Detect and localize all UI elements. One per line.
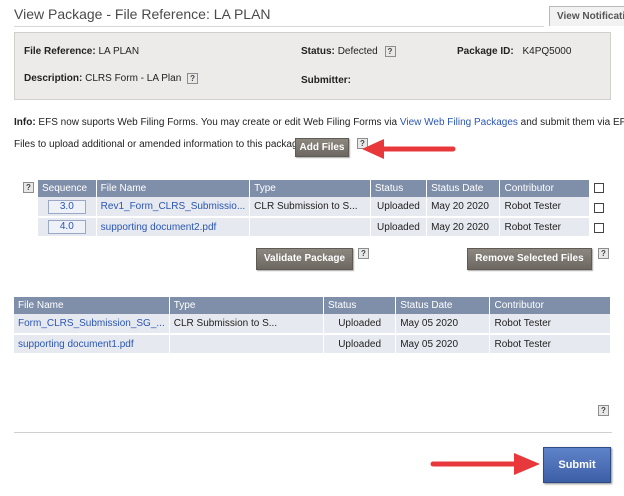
status-help-icon[interactable]: ?	[385, 46, 396, 57]
row-select-checkbox[interactable]	[594, 223, 604, 233]
description-label: Description:	[24, 73, 82, 84]
package-id-label: Package ID:	[457, 46, 514, 57]
files-help-icon[interactable]: ?	[23, 182, 34, 193]
table-row: supporting document1.pdf Uploaded May 05…	[14, 334, 611, 354]
column-header[interactable]: Status Date	[396, 297, 490, 314]
validate-help-icon[interactable]: ?	[358, 248, 369, 259]
description-value: CLRS Form - LA Plan	[85, 73, 181, 84]
status-date-cell: May 05 2020	[396, 314, 490, 334]
contributor-cell: Robot Tester	[490, 314, 611, 334]
page-title: View Package - File Reference: LA PLAN	[14, 6, 271, 22]
status-value: Defected	[338, 46, 378, 57]
package-id-value: K4PQ5000	[522, 46, 571, 57]
status-cell: Uploaded	[324, 334, 396, 354]
existing-files-table: File Name Type Status Status Date Contri…	[14, 297, 611, 355]
view-web-filing-packages-link[interactable]: View Web Filing Packages	[400, 117, 518, 128]
arrow-to-submit-icon	[430, 452, 542, 476]
remove-selected-files-button[interactable]: Remove Selected Files	[467, 248, 592, 270]
sequence-cell: 4.0	[38, 217, 96, 237]
description-field: Description: CLRS Form - LA Plan ?	[24, 73, 198, 84]
row-select-checkbox[interactable]	[594, 203, 604, 213]
file-name-link[interactable]: supporting document2.pdf	[101, 222, 217, 233]
bottom-divider	[14, 432, 612, 433]
package-id-field: Package ID: K4PQ5000	[457, 46, 571, 57]
file-name-cell: supporting document1.pdf	[14, 334, 169, 354]
status-date-cell: May 20 2020	[427, 197, 500, 217]
file-reference-field: File Reference: LA PLAN	[24, 46, 139, 57]
package-info-panel: File Reference: LA PLAN Status: Defected…	[14, 32, 611, 100]
status-field: Status: Defected ?	[301, 46, 396, 57]
arrow-to-add-files-icon	[362, 138, 456, 160]
submitter-field: Submitter:	[301, 75, 351, 86]
new-files-table: Sequence File Name Type Status Status Da…	[38, 180, 590, 238]
type-cell: CLR Submission to S...	[250, 197, 371, 217]
file-name-cell: Form_CLRS_Submission_SG_...	[14, 314, 169, 334]
submit-help-icon[interactable]: ?	[598, 405, 609, 416]
column-header[interactable]: File Name	[14, 297, 169, 314]
status-label: Status:	[301, 46, 335, 57]
file-reference-value: LA PLAN	[98, 46, 139, 57]
table-header-row: Sequence File Name Type Status Status Da…	[38, 180, 590, 197]
column-header[interactable]: Status	[370, 180, 426, 197]
column-header[interactable]: Type	[169, 297, 323, 314]
file-name-link[interactable]: Rev1_Form_CLRS_Submissio...	[101, 201, 246, 212]
type-cell: CLR Submission to S...	[169, 314, 323, 334]
sequence-input[interactable]: 4.0	[48, 220, 86, 234]
contributor-cell: Robot Tester	[500, 217, 590, 237]
file-name-cell: Rev1_Form_CLRS_Submissio...	[96, 197, 250, 217]
type-cell	[169, 334, 323, 354]
column-header[interactable]: Status	[324, 297, 396, 314]
submit-button[interactable]: Submit	[543, 447, 611, 483]
info-label: Info:	[14, 117, 36, 128]
file-name-link[interactable]: supporting document1.pdf	[18, 339, 134, 350]
contributor-cell: Robot Tester	[490, 334, 611, 354]
contributor-cell: Robot Tester	[500, 197, 590, 217]
title-divider	[14, 26, 544, 27]
upload-instructions: Files to upload additional or amended in…	[14, 139, 306, 150]
select-all-checkbox[interactable]	[594, 183, 604, 193]
status-cell: Uploaded	[324, 314, 396, 334]
status-cell: Uploaded	[370, 197, 426, 217]
info-line: Info: EFS now suports Web Filing Forms. …	[14, 117, 624, 128]
column-header[interactable]: Contributor	[500, 180, 590, 197]
status-date-cell: May 20 2020	[427, 217, 500, 237]
remove-help-icon[interactable]: ?	[598, 248, 609, 259]
info-text-end: and submit them via EFS.	[518, 117, 624, 128]
description-help-icon[interactable]: ?	[187, 73, 198, 84]
validate-package-button[interactable]: Validate Package	[256, 248, 353, 270]
file-name-link[interactable]: Form_CLRS_Submission_SG_...	[18, 318, 165, 329]
sequence-cell: 3.0	[38, 197, 96, 217]
file-reference-label: File Reference:	[24, 46, 96, 57]
table-header-row: File Name Type Status Status Date Contri…	[14, 297, 611, 314]
column-header[interactable]: File Name	[96, 180, 250, 197]
column-header[interactable]: Sequence	[38, 180, 96, 197]
file-name-cell: supporting document2.pdf	[96, 217, 250, 237]
add-files-button[interactable]: Add Files	[295, 138, 349, 157]
status-date-cell: May 05 2020	[396, 334, 490, 354]
table-row: Form_CLRS_Submission_SG_... CLR Submissi…	[14, 314, 611, 334]
table-row: 3.0 Rev1_Form_CLRS_Submissio... CLR Subm…	[38, 197, 590, 217]
column-header[interactable]: Contributor	[490, 297, 611, 314]
sequence-input[interactable]: 3.0	[48, 200, 86, 214]
column-header[interactable]: Status Date	[427, 180, 500, 197]
view-notifications-tab[interactable]: View Notificati	[549, 6, 624, 26]
column-header[interactable]: Type	[250, 180, 371, 197]
status-cell: Uploaded	[370, 217, 426, 237]
info-text: EFS now suports Web Filing Forms. You ma…	[36, 117, 400, 128]
table-row: 4.0 supporting document2.pdf Uploaded Ma…	[38, 217, 590, 237]
submitter-label: Submitter:	[301, 75, 351, 86]
type-cell	[250, 217, 371, 237]
